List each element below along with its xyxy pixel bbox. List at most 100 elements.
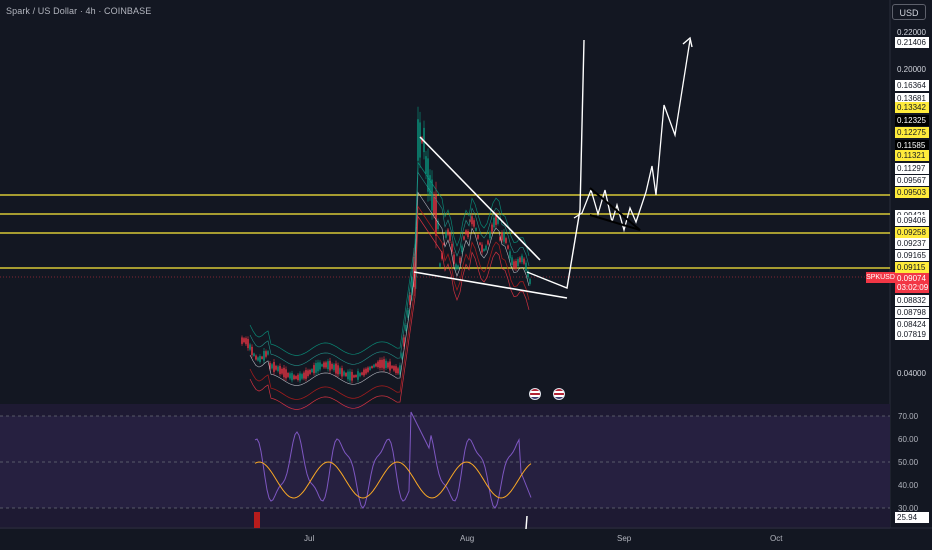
price-label: 0.09258 xyxy=(895,227,929,238)
price-label: 0.08832 xyxy=(895,295,929,306)
us-flag-event-icon[interactable] xyxy=(553,388,565,400)
candle-body xyxy=(455,264,457,270)
candle-body xyxy=(263,350,265,361)
price-label: 0.09567 xyxy=(895,175,929,186)
rsi-oversold-fill xyxy=(254,512,260,528)
candle-body xyxy=(335,363,337,374)
candle-body xyxy=(479,242,481,245)
symbol-title[interactable]: Spark / US Dollar · 4h · COINBASE xyxy=(6,6,151,16)
candle-body xyxy=(451,243,453,252)
candle-body xyxy=(389,361,391,371)
candle-body xyxy=(279,365,281,375)
candle-body xyxy=(297,374,299,381)
candle-body xyxy=(261,356,263,359)
candle-body xyxy=(397,368,399,374)
price-tick: 0.20000 xyxy=(897,65,926,74)
candle-body xyxy=(433,196,435,214)
candle-body xyxy=(317,362,319,372)
candle-body xyxy=(465,230,467,235)
us-flag-event-icon[interactable] xyxy=(529,388,541,400)
candle-body xyxy=(283,367,285,378)
candle-body xyxy=(355,374,357,378)
candle-body xyxy=(345,372,347,377)
candle-body xyxy=(319,362,321,370)
projection-path-2 xyxy=(573,39,691,233)
price-label: 0.21406 xyxy=(895,37,929,48)
price-label: 0.11321 xyxy=(895,150,929,161)
black-flag-pattern xyxy=(589,187,641,231)
candle-body xyxy=(327,361,329,370)
candle-body xyxy=(273,362,275,372)
candle-body xyxy=(463,236,465,240)
candle-body xyxy=(377,361,379,367)
candle-body xyxy=(301,374,303,379)
candle-body xyxy=(383,359,385,369)
candle-body xyxy=(491,224,493,232)
candle-body xyxy=(373,364,375,368)
candle-body xyxy=(333,364,335,371)
candle-body xyxy=(245,338,247,345)
candle-body xyxy=(513,261,515,269)
candle-body xyxy=(311,368,313,373)
candle-body xyxy=(253,353,255,357)
chart-root[interactable]: Spark / US Dollar · 4h · COINBASE USD 0.… xyxy=(0,0,932,550)
candle-body xyxy=(459,257,461,263)
candle-body xyxy=(453,254,455,264)
candle-body xyxy=(405,325,407,331)
candle-body xyxy=(347,371,349,380)
candle-body xyxy=(359,373,361,377)
envelope-band xyxy=(249,191,530,386)
candle-body xyxy=(387,362,389,368)
price-label: 0.12325 xyxy=(895,115,929,126)
candle-body xyxy=(363,369,365,376)
candle-body xyxy=(369,366,371,370)
candle-body xyxy=(401,353,403,359)
candle-body xyxy=(487,240,489,245)
candle-body xyxy=(257,357,259,361)
time-label: Sep xyxy=(617,534,632,543)
candle-body xyxy=(467,231,469,238)
rsi-current-value: 25.94 xyxy=(895,512,929,523)
candle-body xyxy=(391,365,393,369)
candle-body xyxy=(505,238,507,243)
candle-body xyxy=(395,366,397,373)
candle-body xyxy=(385,360,387,368)
candle-body xyxy=(291,373,293,381)
price-label: 0.11297 xyxy=(895,163,929,174)
candle-body xyxy=(323,362,325,368)
candle-body xyxy=(295,376,297,379)
price-label: 0.16364 xyxy=(895,80,929,91)
rsi-marker-line xyxy=(525,515,528,530)
candle-body xyxy=(485,245,487,250)
candle-body xyxy=(251,346,253,356)
candle-body xyxy=(445,231,447,238)
candle-body xyxy=(337,365,339,375)
candle-body xyxy=(429,175,431,195)
candle-body xyxy=(461,245,463,253)
candle-body xyxy=(439,263,441,267)
projection-arrowhead xyxy=(682,36,693,48)
chart-canvas[interactable] xyxy=(0,0,932,550)
rsi-tick: 40.00 xyxy=(898,481,919,490)
price-label: 0.09237 xyxy=(895,238,929,249)
candle-body xyxy=(303,372,305,379)
candle-body xyxy=(313,365,315,374)
candle-body xyxy=(447,229,449,235)
candle-body xyxy=(521,255,523,263)
candle-body xyxy=(293,375,295,380)
symbol-badge: SPKUSD xyxy=(866,272,895,283)
candle-body xyxy=(315,363,317,373)
candle-body xyxy=(305,370,307,379)
candle-body xyxy=(457,265,459,269)
candle-body xyxy=(375,363,377,367)
candle-body xyxy=(343,371,345,376)
price-label: 0.07819 xyxy=(895,329,929,340)
candle-body xyxy=(517,259,519,267)
candle-body xyxy=(417,119,419,161)
candle-body xyxy=(285,369,287,379)
currency-button[interactable]: USD xyxy=(892,4,926,20)
rsi-tick: 60.00 xyxy=(898,435,919,444)
candle-body xyxy=(321,364,323,367)
candle-body xyxy=(475,228,477,231)
candle-body xyxy=(371,366,373,369)
